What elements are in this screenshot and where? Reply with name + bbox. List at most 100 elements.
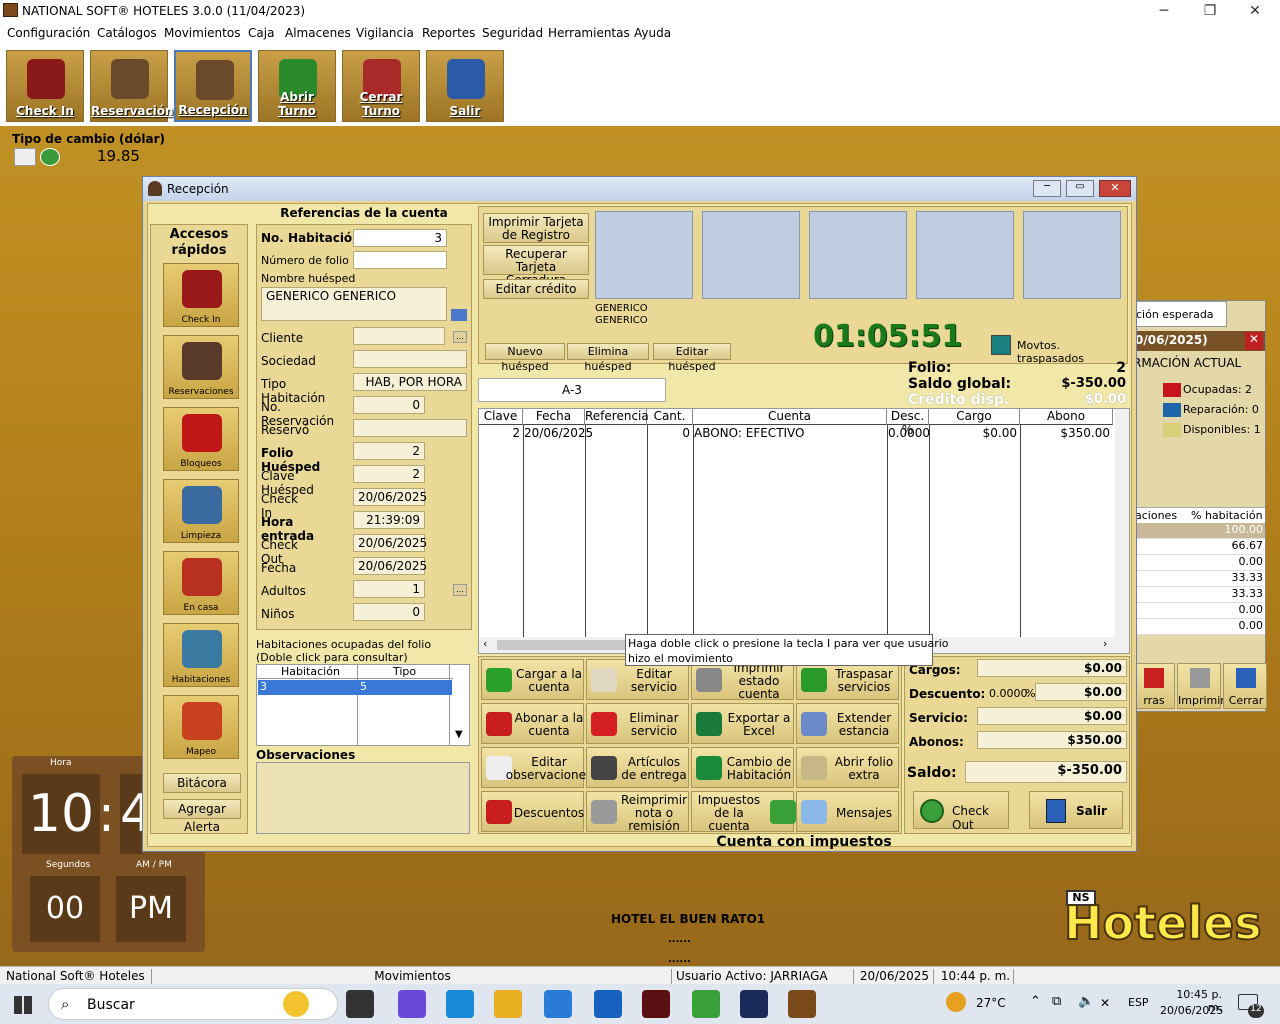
field-value[interactable]: 21:39:09 — [353, 511, 425, 529]
action-button[interactable]: Exportar a Excel — [691, 703, 794, 744]
action-button[interactable]: Editar observaciones — [481, 747, 592, 788]
photoshop-icon[interactable] — [740, 990, 768, 1018]
field-value[interactable] — [353, 350, 467, 368]
guest-photo[interactable] — [702, 211, 800, 299]
menu-item[interactable]: Caja — [248, 26, 274, 40]
quick-access-item[interactable]: Habitaciones — [163, 623, 239, 687]
summary-button[interactable]: Imprimir — [1177, 663, 1225, 709]
edge-icon[interactable] — [446, 990, 474, 1018]
add-alert-button[interactable]: Agregar Alerta — [163, 799, 241, 834]
grid-col-header[interactable]: Cant. — [647, 409, 693, 425]
close-button[interactable]: ✕ — [1232, 0, 1278, 22]
action-button[interactable]: Descuentos — [481, 791, 584, 832]
menu-item[interactable]: Movimientos — [164, 26, 240, 40]
menu-item[interactable]: Almacenes — [285, 26, 351, 40]
tray-network-icon[interactable]: ⧉ — [1052, 994, 1061, 1009]
tray-volume-icon[interactable]: 🔈 — [1078, 994, 1094, 1009]
guest-photo[interactable] — [809, 211, 907, 299]
guest-photo[interactable] — [1023, 211, 1121, 299]
card-icon[interactable] — [14, 148, 36, 166]
guest-photo[interactable] — [595, 211, 693, 299]
action-button[interactable]: Abonar a la cuenta — [481, 703, 584, 744]
field-value[interactable]: 0 — [353, 396, 425, 414]
action-button[interactable]: Artículos de entrega — [586, 747, 689, 788]
quick-access-item[interactable]: Limpieza — [163, 479, 239, 543]
grid-col-header[interactable]: Desc. % — [887, 409, 929, 437]
room-number-field[interactable]: 3 — [353, 229, 447, 247]
field-value[interactable]: 2 — [353, 465, 425, 483]
action-button[interactable]: Impuestos de la cuenta — [691, 791, 796, 832]
summary-button[interactable]: Cerrar — [1223, 663, 1267, 709]
refresh-icon[interactable] — [40, 148, 60, 166]
field-value[interactable]: 0 — [353, 603, 425, 621]
quick-access-item[interactable]: En casa — [163, 551, 239, 615]
delete-guest-button[interactable]: Elimina huésped — [567, 343, 649, 373]
new-guest-button[interactable]: Nuevo huésped — [485, 343, 565, 373]
menu-item[interactable]: Seguridad — [482, 26, 543, 40]
taskbar-search[interactable]: ⌕ Buscar — [48, 988, 338, 1020]
grid-col-header[interactable]: Abono — [1020, 409, 1113, 425]
occupied-rooms-table[interactable]: Habitación Tipo 3 5 ▼ — [256, 664, 470, 746]
tray-mute-icon[interactable]: ✕ — [1100, 996, 1110, 1010]
maximize-button[interactable]: ❐ — [1187, 0, 1233, 22]
window-close-button[interactable]: ✕ — [1099, 180, 1131, 197]
menu-item[interactable]: Vigilancia — [356, 26, 414, 40]
guest-name-field[interactable]: GENERICO GENERICO — [261, 287, 447, 321]
edit-guest-button[interactable]: Editar huésped — [653, 343, 731, 373]
tray-chevron-icon[interactable]: ⌃ — [1030, 994, 1041, 1009]
toolbar-button[interactable]: Check In — [6, 50, 84, 122]
field-value[interactable]: 2 — [353, 442, 425, 460]
field-value[interactable]: 20/06/2025 — [353, 557, 427, 575]
quick-access-item[interactable]: Reservaciones — [163, 335, 239, 399]
scroll-thumb[interactable] — [497, 640, 627, 650]
language-indicator[interactable]: ESP — [1128, 996, 1149, 1009]
menu-item[interactable]: Configuración — [7, 26, 90, 40]
menu-item[interactable]: Herramientas — [548, 26, 630, 40]
store-icon[interactable] — [544, 990, 572, 1018]
action-button[interactable]: Cargar a la cuenta — [481, 659, 584, 700]
toolbar-button[interactable]: Salir — [426, 50, 504, 122]
close-icon[interactable]: ✕ — [1245, 332, 1263, 350]
recover-card-button[interactable]: Recuperar Tarjeta Cerradura — [483, 245, 589, 287]
check-out-button[interactable]: Check Out — [913, 791, 1009, 832]
task-view-icon[interactable] — [346, 990, 374, 1018]
summary-button[interactable]: rras — [1131, 663, 1175, 709]
guest-photo[interactable] — [916, 211, 1014, 299]
minimize-button[interactable]: ─ — [1141, 0, 1187, 22]
field-value[interactable]: HAB, POR HORA — [353, 373, 467, 391]
grid-col-header[interactable]: Referencia — [585, 409, 649, 425]
action-button[interactable]: Abrir folio extra — [796, 747, 899, 788]
toolbar-button[interactable]: Abrir Turno — [258, 50, 336, 122]
edit-credit-button[interactable]: Editar crédito — [483, 279, 589, 299]
grid-col-header[interactable]: Clave — [479, 409, 523, 425]
field-value[interactable]: 20/06/2025 — [353, 488, 427, 506]
toolbar-button[interactable]: Reservación — [90, 50, 174, 122]
lookup-button[interactable]: ... — [453, 584, 467, 596]
chrome-icon[interactable] — [692, 990, 720, 1018]
exit-button[interactable]: Salir — [1029, 791, 1123, 829]
transferred-checkbox[interactable] — [991, 335, 1011, 355]
toolbar-button[interactable]: Recepción — [174, 50, 252, 122]
action-button[interactable]: Mensajes — [796, 791, 899, 832]
keyboard-icon[interactable] — [451, 309, 467, 321]
action-button[interactable]: Reimprimir nota o remisión — [586, 791, 689, 832]
toolbar-button[interactable]: Cerrar Turno — [342, 50, 420, 122]
field-value[interactable] — [353, 419, 467, 437]
folio-number-field[interactable] — [353, 251, 447, 269]
field-value[interactable]: 1 — [353, 580, 425, 598]
lookup-button[interactable]: ... — [453, 331, 467, 343]
menu-item[interactable]: Catálogos — [97, 26, 157, 40]
action-button[interactable]: Eliminar servicio — [586, 703, 689, 744]
expected-tab[interactable]: ción esperada — [1131, 301, 1227, 327]
print-card-button[interactable]: Imprimir Tarjeta de Registro — [483, 213, 589, 243]
grid-col-header[interactable]: Cuenta — [693, 409, 887, 425]
copilot-icon[interactable] — [398, 990, 426, 1018]
explorer-icon[interactable] — [494, 990, 522, 1018]
table-row[interactable]: 3 5 — [258, 680, 452, 695]
field-value[interactable]: 20/06/2025 — [353, 534, 427, 552]
room-code-field[interactable]: A-3 — [478, 378, 666, 402]
quick-access-item[interactable]: Bloqueos — [163, 407, 239, 471]
observations-field[interactable] — [256, 762, 470, 834]
action-button[interactable]: Cambio de Habitación — [691, 747, 794, 788]
scroll-down-icon[interactable]: ▼ — [455, 729, 463, 740]
